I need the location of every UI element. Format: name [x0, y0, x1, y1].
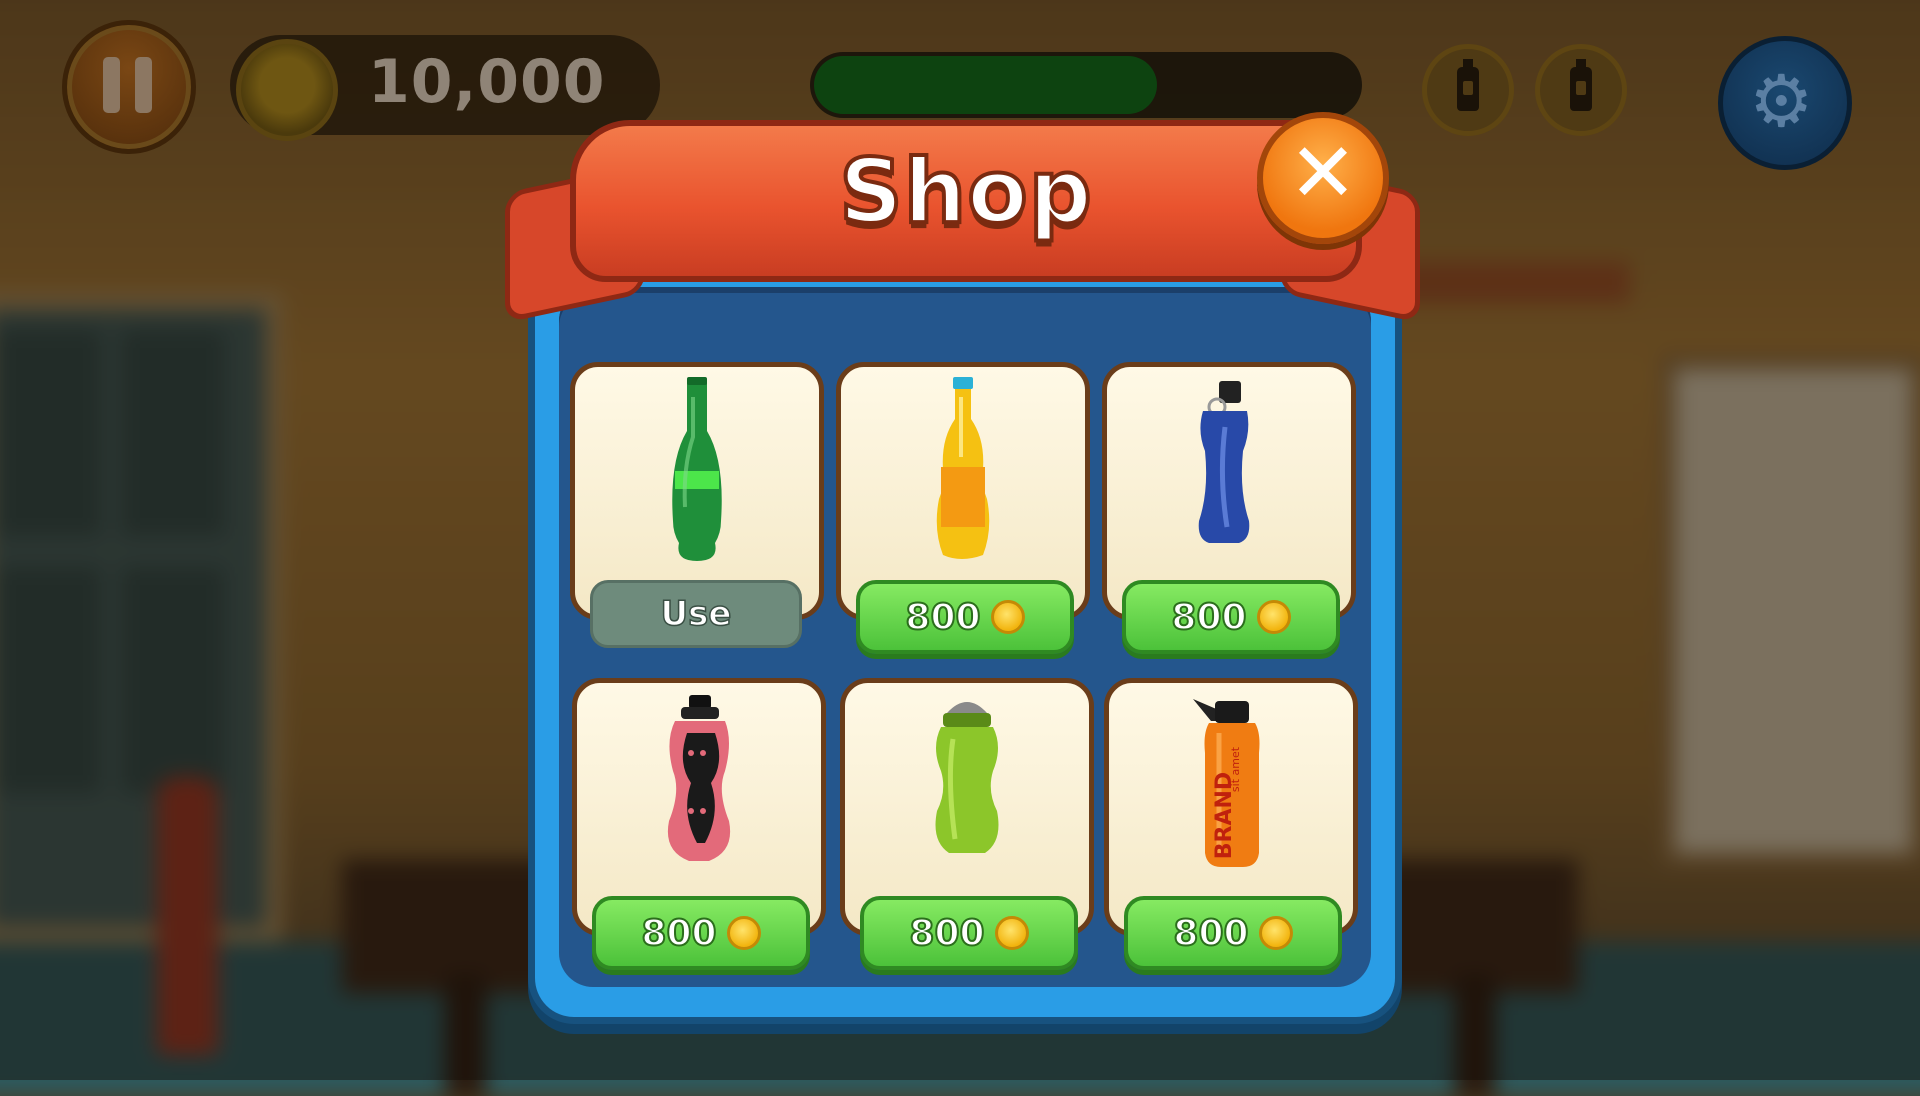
progress-fill	[814, 56, 1157, 114]
price-label: 800	[904, 596, 981, 639]
pause-button[interactable]	[62, 20, 196, 154]
buy-button[interactable]: 800	[1122, 580, 1340, 654]
bottle-slot-1	[1422, 44, 1514, 136]
bottle-icon	[1457, 59, 1479, 111]
bottle-sub-label: sit amet	[1229, 746, 1243, 793]
settings-button[interactable]: ⚙	[1718, 36, 1852, 170]
close-button[interactable]: ✕	[1257, 112, 1389, 244]
green-sport-bottle-icon	[935, 702, 999, 853]
yellow-soda-bottle-icon	[936, 377, 990, 559]
buy-button[interactable]: 800	[592, 896, 810, 970]
coin-icon	[726, 916, 761, 950]
coin-icon	[1258, 916, 1293, 950]
price-label: 800	[1172, 912, 1249, 955]
bottle-icon	[1570, 59, 1592, 111]
buy-button[interactable]: 800	[856, 580, 1074, 654]
shop-title-ribbon: Shop	[570, 120, 1362, 282]
coin-icon	[236, 39, 338, 141]
level-progress-bar	[810, 52, 1362, 118]
coin-balance: 10,000	[230, 35, 660, 141]
coin-icon	[1256, 600, 1291, 634]
bottle-slot-2	[1535, 44, 1627, 136]
price-label: 800	[908, 912, 985, 955]
use-button[interactable]: Use	[590, 580, 802, 648]
coin-icon	[994, 916, 1029, 950]
coin-icon	[990, 600, 1025, 634]
shop-title: Shop	[837, 138, 1093, 245]
price-label: 800	[640, 912, 717, 955]
close-icon: ✕	[1288, 126, 1358, 221]
coin-count: 10,000	[368, 47, 606, 117]
pink-sport-bottle-icon	[667, 695, 731, 861]
gear-icon: ⚙	[1749, 59, 1814, 143]
price-label: 800	[1170, 596, 1247, 639]
use-label: Use	[660, 593, 732, 635]
buy-button[interactable]: 800	[1124, 896, 1342, 970]
green-glass-bottle-icon	[672, 377, 722, 561]
buy-button[interactable]: 800	[860, 896, 1078, 970]
blue-aluminum-bottle-icon	[1198, 381, 1250, 543]
